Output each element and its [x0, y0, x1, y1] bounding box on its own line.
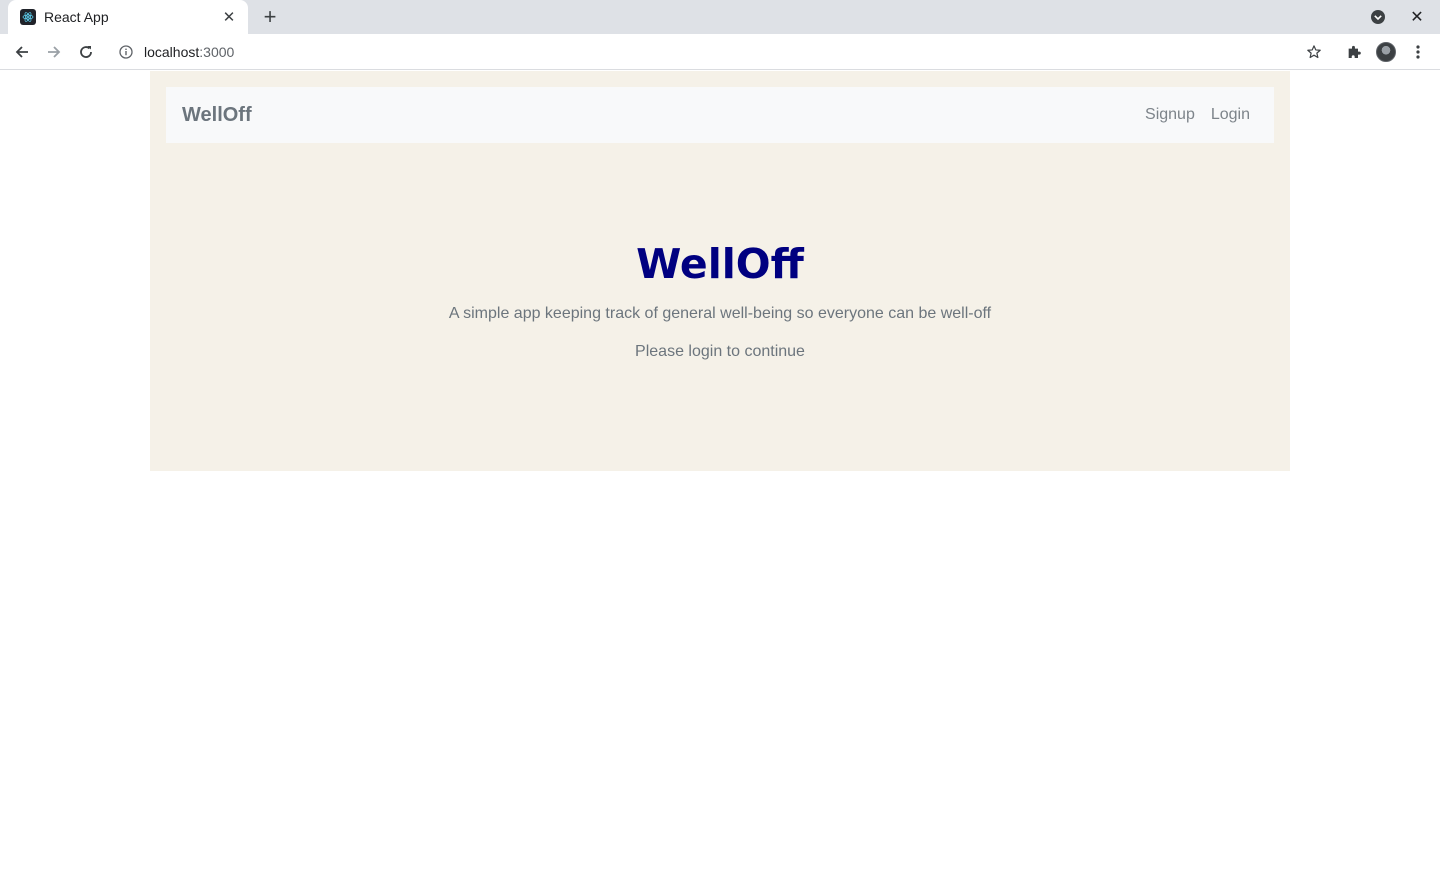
- navbar: WellOff Signup Login: [166, 87, 1274, 143]
- url-text: localhost:3000: [144, 44, 234, 60]
- bookmark-star-icon[interactable]: [1300, 38, 1328, 66]
- hero: WellOff A simple app keeping track of ge…: [150, 239, 1290, 361]
- browser-toolbar: localhost:3000: [0, 34, 1440, 70]
- login-prompt: Please login to continue: [635, 343, 805, 360]
- page-title: WellOff: [636, 240, 804, 288]
- hero-subtitle: A simple app keeping track of general we…: [448, 305, 992, 322]
- avatar: [1376, 42, 1396, 62]
- browser-tabstrip: React App ✕ + ✕: [0, 0, 1440, 34]
- forward-icon[interactable]: [40, 38, 68, 66]
- browser-tab[interactable]: React App ✕: [8, 0, 248, 34]
- tab-search-icon[interactable]: [1368, 7, 1388, 27]
- reload-icon[interactable]: [72, 38, 100, 66]
- browser-menu-icon[interactable]: [1404, 38, 1432, 66]
- site-info-icon[interactable]: [118, 44, 134, 60]
- address-bar[interactable]: localhost:3000: [110, 37, 1290, 67]
- profile-avatar-icon[interactable]: [1372, 38, 1400, 66]
- react-icon: [20, 9, 36, 25]
- new-tab-button[interactable]: +: [256, 4, 284, 30]
- app-container: WellOff Signup Login WellOff A simple ap…: [150, 71, 1290, 471]
- navbar-links: Signup Login: [1137, 106, 1258, 124]
- url-port: :3000: [199, 44, 235, 60]
- extensions-puzzle-icon[interactable]: [1340, 38, 1368, 66]
- url-host: localhost: [144, 44, 200, 60]
- back-icon[interactable]: [8, 38, 36, 66]
- tab-title: React App: [44, 9, 109, 25]
- login-link[interactable]: Login: [1203, 106, 1258, 124]
- tab-close-icon[interactable]: ✕: [220, 8, 238, 26]
- signup-link[interactable]: Signup: [1137, 106, 1203, 124]
- window-close-icon[interactable]: ✕: [1406, 6, 1428, 28]
- navbar-brand[interactable]: WellOff: [182, 104, 252, 127]
